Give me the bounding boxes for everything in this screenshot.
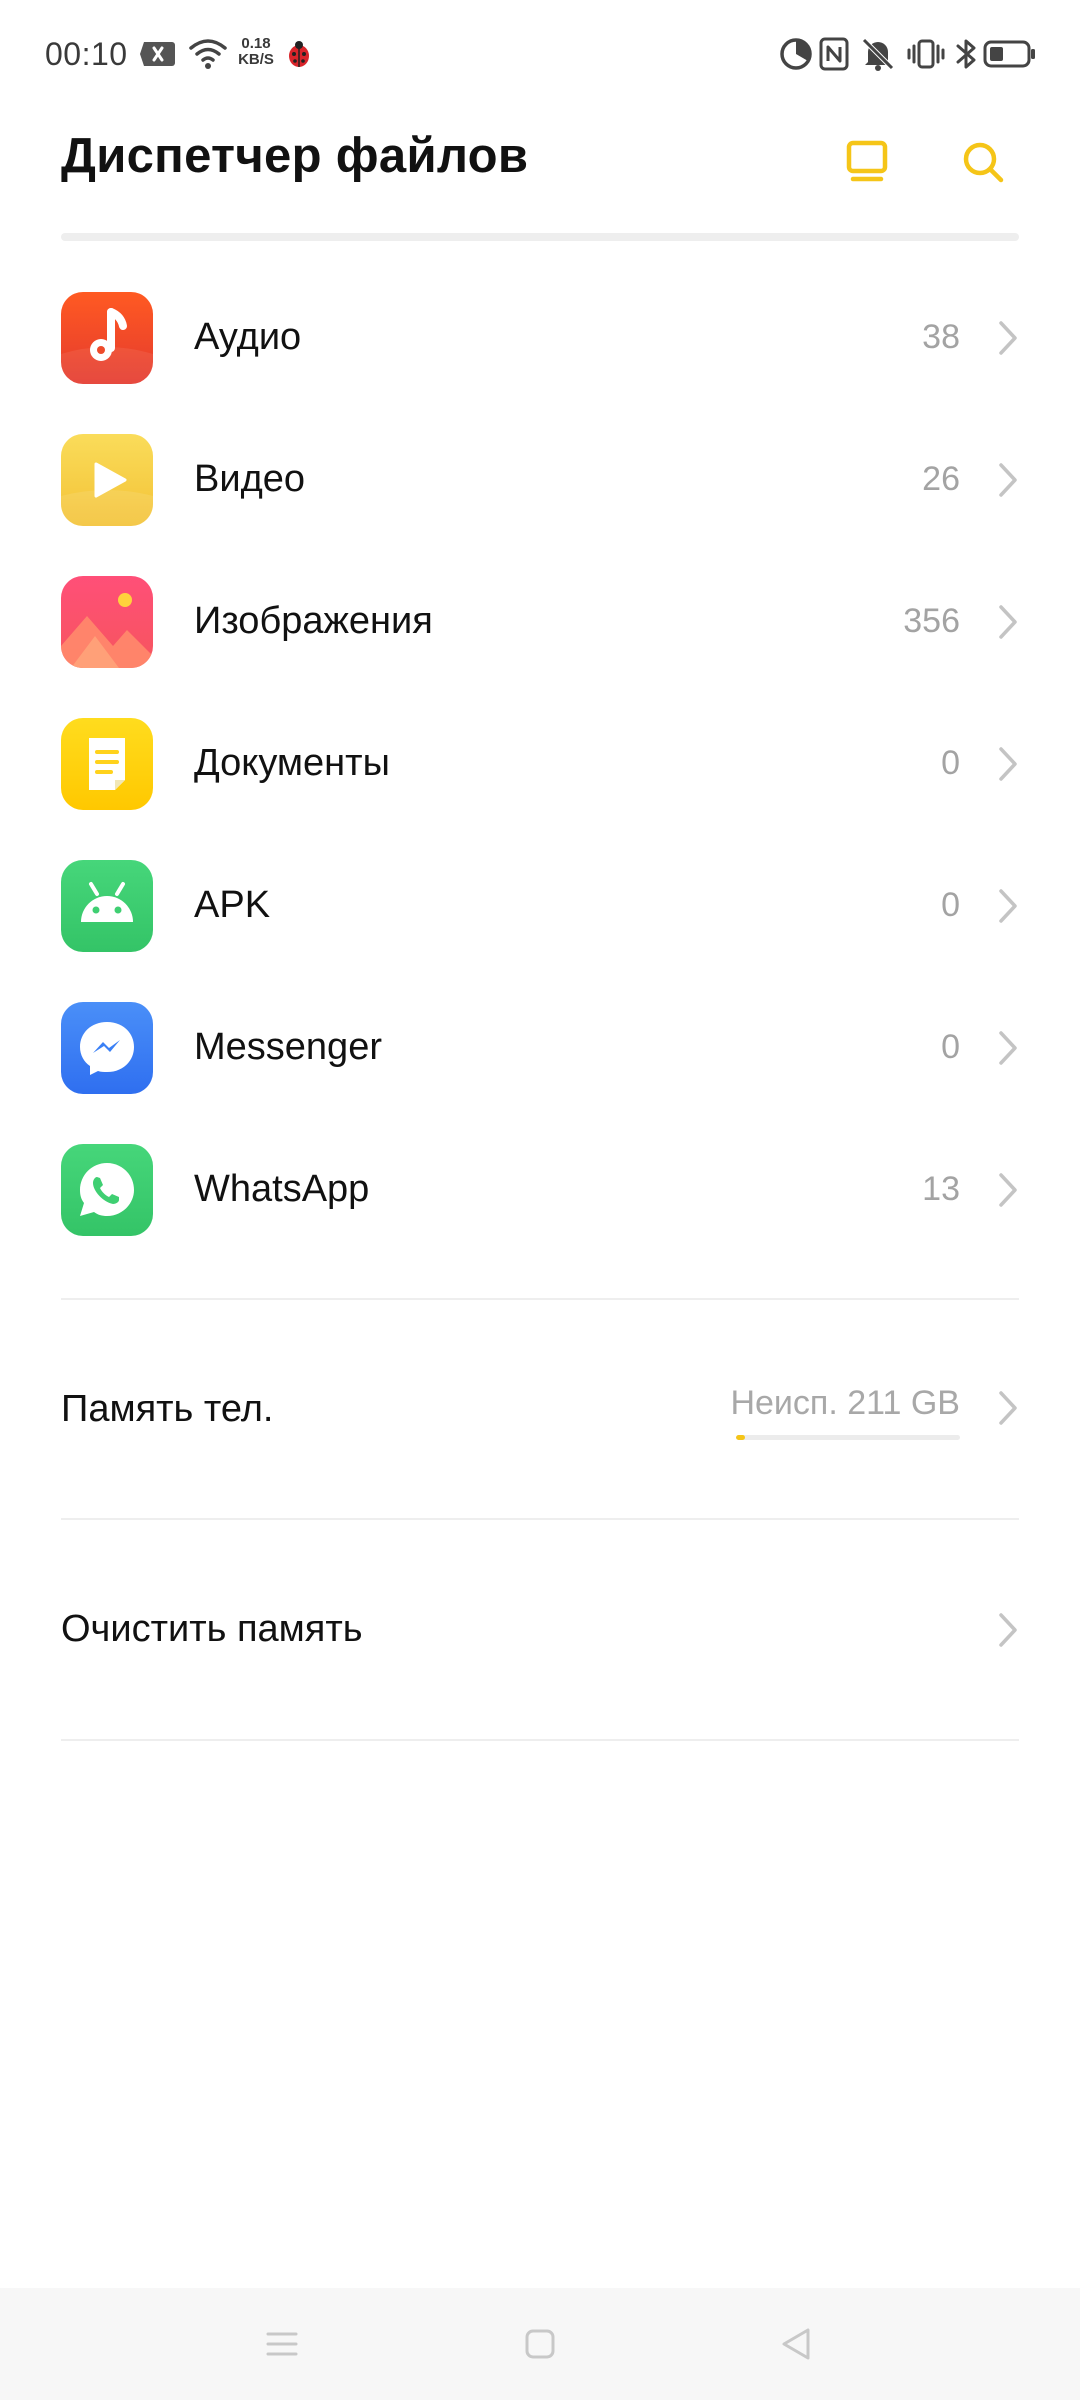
menu-icon (266, 2332, 298, 2356)
net-speed: 0.18 KB/S (236, 36, 276, 68)
category-label: Изображения (194, 600, 433, 642)
chevron-right-icon (999, 747, 1017, 781)
chevron-right-icon (999, 1031, 1017, 1065)
document-icon (61, 718, 153, 810)
category-count: 26 (922, 460, 960, 498)
net-speed-value: 0.18 (241, 35, 271, 52)
category-count: 356 (903, 602, 960, 640)
bluetooth-icon (956, 39, 976, 69)
chevron-right-icon (999, 605, 1017, 639)
category-label: Messenger (194, 1026, 382, 1068)
category-count: 38 (922, 318, 960, 356)
image-icon (61, 576, 153, 668)
search-button[interactable] (951, 130, 1015, 194)
whatsapp-icon (61, 1144, 153, 1236)
wifi-icon (189, 39, 227, 69)
desktop-icon (846, 140, 888, 182)
chevron-right-icon (999, 321, 1017, 355)
ladybug-icon (289, 41, 309, 67)
category-images[interactable]: Изображения 356 (0, 576, 1080, 718)
clean-storage-label: Очистить память (61, 1608, 363, 1650)
category-label: WhatsApp (194, 1168, 370, 1210)
storage-usage-bar (736, 1435, 960, 1440)
phone-storage-row[interactable]: Память тел. Неисп. 211 GB (0, 1300, 1080, 1518)
category-whatsapp[interactable]: WhatsApp 13 (0, 1144, 1080, 1286)
messenger-icon (61, 1002, 153, 1094)
chevron-right-icon (999, 463, 1017, 497)
category-documents[interactable]: Документы 0 (0, 718, 1080, 860)
mute-icon (862, 38, 894, 71)
net-speed-unit: KB/S (238, 51, 274, 68)
category-messenger[interactable]: Messenger 0 (0, 1002, 1080, 1144)
chevron-right-icon (999, 1391, 1017, 1425)
category-apk[interactable]: APK 0 (0, 860, 1080, 1002)
back-button[interactable] (766, 2314, 826, 2374)
category-video[interactable]: Видео 26 (0, 434, 1080, 576)
page-title: Диспетчер файлов (61, 129, 529, 183)
status-time: 00:10 (45, 36, 128, 72)
home-button[interactable] (510, 2314, 570, 2374)
storage-usage-fill (736, 1435, 745, 1440)
category-label: Документы (194, 742, 390, 784)
category-audio[interactable]: Аудио 38 (0, 292, 1080, 434)
nfc-icon (819, 37, 849, 71)
category-count: 0 (941, 1028, 960, 1066)
status-bar: 00:10 0.18 KB/S (0, 0, 1080, 108)
phone-storage-label: Память тел. (61, 1388, 274, 1430)
category-label: APK (194, 884, 271, 926)
category-label: Видео (194, 458, 306, 500)
recent-apps-button[interactable] (252, 2314, 312, 2374)
chevron-right-icon (999, 1613, 1017, 1647)
music-note-icon (61, 292, 153, 384)
section-divider (61, 1739, 1019, 1741)
header-divider (61, 233, 1019, 241)
battery-icon (983, 40, 1035, 68)
category-list: Аудио 38 Видео 26 Изображения 356 Докуме… (0, 292, 1080, 1286)
desktop-view-button[interactable] (835, 130, 899, 194)
android-icon (61, 860, 153, 952)
search-icon (963, 142, 1004, 183)
chevron-right-icon (999, 1173, 1017, 1207)
category-count: 13 (922, 1170, 960, 1208)
notification-x-icon (140, 42, 175, 66)
storage-free-text: Неисп. 211 GB (730, 1384, 960, 1422)
home-icon (525, 2329, 555, 2359)
back-icon (782, 2328, 810, 2360)
data-saver-icon (780, 38, 812, 70)
play-icon (61, 434, 153, 526)
chevron-right-icon (999, 889, 1017, 923)
category-count: 0 (941, 744, 960, 782)
category-label: Аудио (194, 316, 302, 358)
clean-storage-row[interactable]: Очистить память (0, 1520, 1080, 1738)
navigation-bar (0, 2288, 1080, 2400)
vibrate-icon (907, 39, 945, 69)
category-count: 0 (941, 886, 960, 924)
